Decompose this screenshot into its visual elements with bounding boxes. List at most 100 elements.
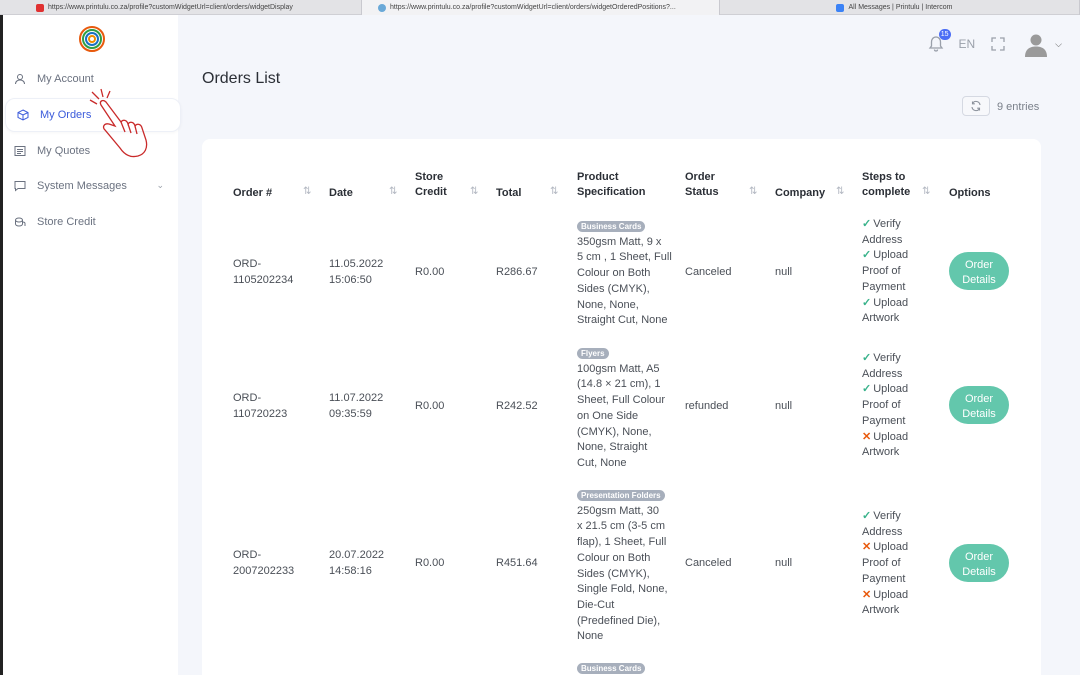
favicon-icon — [836, 3, 845, 12]
date-value: 11.07.2022 — [329, 392, 384, 404]
step-label: Proof of — [862, 265, 901, 278]
spec-line: 5 cm , 1 Sheet, Full — [577, 251, 672, 264]
company-value: null — [775, 266, 793, 278]
order-details-button[interactable]: Order Details — [949, 544, 1009, 582]
order-number: ORD- 110720223 — [233, 391, 287, 422]
order-date: 11.07.2022 09:35:59 — [329, 391, 383, 422]
step-label: Address — [862, 525, 903, 538]
step-label: Payment — [862, 414, 906, 427]
sort-icon[interactable]: ⇅ — [922, 186, 930, 197]
button-label: Details — [962, 274, 996, 286]
browser-tab-title: https://www.printulu.co.za/profile?custo… — [48, 4, 293, 11]
sort-icon[interactable]: ⇅ — [470, 186, 478, 197]
check-icon: ✓ — [862, 218, 872, 230]
time-value: 14:58:16 — [329, 564, 372, 577]
browser-tab-strip: https://www.printulu.co.za/profile?custo… — [0, 0, 1080, 15]
total-value: R451.64 — [496, 557, 538, 569]
browser-tab-ordered-positions[interactable]: https://www.printulu.co.za/profile?custo… — [362, 0, 720, 15]
pointer-hand-icon — [89, 88, 148, 158]
favicon-icon — [36, 3, 44, 12]
column-header-date[interactable]: Date — [329, 186, 353, 201]
avatar[interactable] — [1023, 31, 1049, 57]
refresh-icon — [971, 100, 981, 112]
sort-icon[interactable]: ⇅ — [836, 186, 844, 197]
date-value: 11.05.2022 — [329, 258, 384, 270]
order-date: 11.05.2022 15:06:50 — [329, 257, 383, 288]
spec-line: Single Fold, None, — [577, 583, 668, 596]
header-label: Specification — [577, 186, 646, 198]
spec-line: 350gsm Matt, 9 x — [577, 235, 662, 248]
step-label: Upload — [873, 383, 909, 396]
date-value: 20.07.2022 — [329, 549, 385, 561]
product-category-badge: Business Cards — [577, 663, 646, 674]
column-header-store-credit[interactable]: Store Credit — [415, 170, 447, 200]
step-label: Address — [862, 367, 903, 380]
entries-count: 9 entries — [997, 101, 1040, 113]
spec-line: Sheet, Full Colour — [577, 394, 666, 407]
order-number-prefix: ORD- — [233, 549, 262, 561]
browser-tab-orders-widget[interactable]: https://www.printulu.co.za/profile?custo… — [0, 0, 362, 15]
topbar-icons: 15 EN ⌵ — [927, 29, 1062, 58]
cross-icon: ✕ — [862, 588, 872, 601]
column-header-steps[interactable]: Steps to complete — [862, 170, 910, 200]
step-label: Verify — [873, 218, 901, 230]
spec-line: (Predefined Die), — [577, 614, 661, 627]
button-label: Order — [964, 393, 994, 405]
chevron-down-icon[interactable]: ⌵ — [1055, 39, 1062, 50]
button-label: Details — [962, 408, 996, 420]
step-label: Artwork — [862, 446, 900, 459]
step-label: Upload — [873, 430, 909, 443]
order-status: Canceled — [685, 557, 732, 569]
refresh-button[interactable] — [962, 96, 990, 116]
time-value: 15:06:50 — [329, 273, 372, 286]
step-label: Upload — [873, 249, 909, 262]
store-credit-value: R0.00 — [415, 557, 445, 569]
user-icon — [13, 72, 27, 86]
favicon-icon — [378, 3, 386, 12]
spec-line: 100gsm Matt, A5 — [577, 362, 660, 375]
company-value: null — [775, 400, 793, 412]
order-status: refunded — [685, 400, 729, 412]
order-details-button[interactable]: Order Details — [949, 386, 1009, 424]
total-value: R242.52 — [496, 400, 538, 412]
spec-line: (CMYK), None, — [577, 425, 652, 438]
spec-line: on One Side — [577, 409, 639, 422]
printulu-logo[interactable] — [79, 26, 105, 52]
language-selector[interactable]: EN — [959, 37, 976, 51]
sort-icon[interactable]: ⇅ — [749, 186, 757, 197]
sort-icon[interactable]: ⇅ — [550, 186, 558, 197]
store-credit-value: R0.00 — [415, 400, 445, 412]
notification-count-badge: 15 — [938, 29, 951, 40]
order-number-prefix: ORD- — [233, 258, 262, 270]
order-details-button[interactable]: Order Details — [949, 252, 1009, 290]
chevron-down-icon[interactable]: ⌄ — [156, 180, 164, 191]
step-label: Proof of — [862, 399, 901, 412]
header-label: Order # — [233, 187, 273, 199]
column-header-order[interactable]: Order # — [233, 186, 272, 201]
spec-line: Sides (CMYK), — [577, 282, 650, 295]
order-number-value: 110720223 — [233, 407, 288, 420]
chat-icon — [13, 179, 27, 193]
sort-icon[interactable]: ⇅ — [389, 186, 397, 197]
step-label: Upload — [873, 541, 909, 554]
column-header-total[interactable]: Total — [496, 186, 521, 201]
button-label: Order — [964, 551, 994, 563]
browser-tab-intercom[interactable]: All Messages | Printulu | Intercom — [720, 0, 1080, 15]
sidebar-item-store-credit[interactable]: Store Credit — [3, 205, 178, 239]
order-status: Canceled — [685, 266, 732, 278]
sidebar-item-label: My Orders — [40, 109, 92, 121]
sort-icon[interactable]: ⇅ — [303, 186, 311, 197]
order-number-prefix: ORD- — [233, 392, 262, 404]
column-header-order-status[interactable]: Order Status — [685, 170, 719, 200]
column-header-company[interactable]: Company — [775, 186, 825, 201]
sidebar-item-label: Store Credit — [37, 216, 96, 228]
column-header-options: Options — [949, 186, 991, 201]
order-number-value: 1105202234 — [233, 273, 294, 286]
fullscreen-icon[interactable] — [991, 37, 1005, 51]
sidebar-item-system-messages[interactable]: System Messages ⌄ — [3, 169, 178, 203]
product-specification: Flyers 100gsm Matt, A5 (14.8 × 21 cm), 1… — [577, 346, 677, 472]
notification-bell-icon[interactable]: 15 — [927, 29, 951, 53]
check-icon: ✓ — [862, 249, 872, 262]
orders-table-card: Order # ⇅ Date ⇅ Store Credit ⇅ Total ⇅ … — [202, 139, 1041, 675]
check-icon: ✓ — [862, 510, 872, 522]
